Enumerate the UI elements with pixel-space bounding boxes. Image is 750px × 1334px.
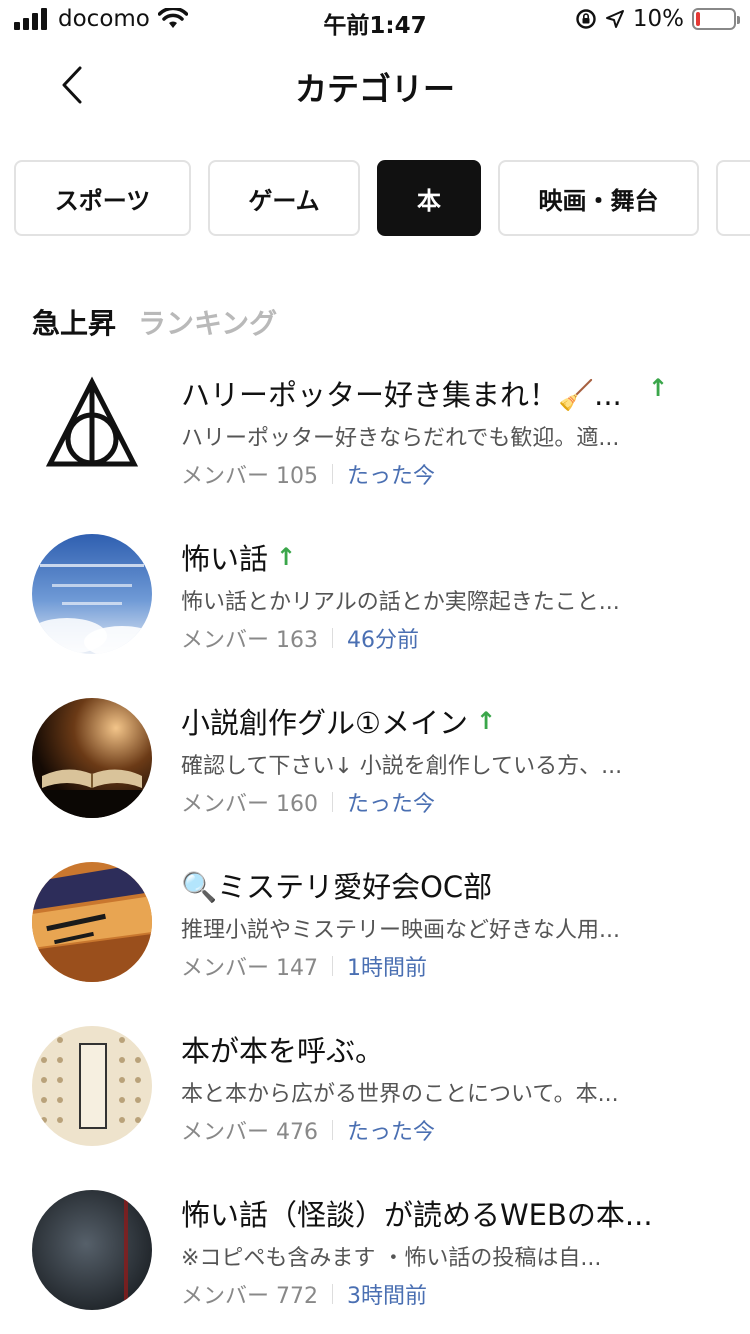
category-chips: スポーツ ゲーム 本 映画・舞台 [14, 160, 750, 236]
chip-books[interactable]: 本 [377, 160, 481, 236]
item-description: 確認して下さい↓ 小説を創作している方、... [181, 754, 623, 779]
avatar [32, 698, 152, 818]
meta-divider [332, 1284, 333, 1304]
item-meta: メンバー 163 46分前 [181, 622, 419, 654]
openchat-list: ハリーポッター好き集まれ！🧹... ↑ ハリーポッター好きならだれでも歓迎。適.… [0, 364, 750, 1334]
item-title-text: 小説創作グル①メイン [181, 706, 468, 740]
item-title-text: 🔍ミステリ愛好会OC部 [181, 870, 493, 904]
member-count: メンバー 105 [181, 464, 318, 489]
meta-divider [332, 792, 333, 812]
orientation-lock-icon [576, 9, 596, 29]
status-bar: docomo 午前1:47 10% [0, 0, 750, 40]
member-count: メンバー 772 [181, 1284, 318, 1309]
last-activity: たった今 [347, 1120, 436, 1145]
chip-movie-stage[interactable]: 映画・舞台 [498, 160, 699, 236]
item-meta: メンバー 772 3時間前 [181, 1278, 427, 1310]
avatar [32, 1190, 152, 1310]
member-count: メンバー 160 [181, 792, 318, 817]
item-description: ハリーポッター好きならだれでも歓迎。適... [181, 426, 620, 451]
avatar [32, 534, 152, 654]
meta-divider [332, 464, 333, 484]
item-title: 小説創作グル①メイン ↑ [181, 700, 671, 742]
item-title-text: 怖い話（怪談）が読めるWEBの本... [181, 1198, 653, 1232]
item-meta: メンバー 147 1時間前 [181, 950, 427, 982]
item-title: 怖い話 ↑ [181, 536, 671, 578]
meta-divider [332, 1120, 333, 1140]
member-count: メンバー 163 [181, 628, 318, 653]
last-activity: 1時間前 [347, 956, 427, 981]
list-item[interactable]: 本が本を呼ぶ。 本と本から広がる世界のことについて。本... メンバー 476 … [0, 1020, 750, 1184]
status-right: 10% [575, 6, 740, 32]
list-item[interactable]: 怖い話（怪談）が読めるWEBの本... ※コピペも含みます ・怖い話の投稿は自.… [0, 1184, 750, 1334]
item-description: 本と本から広がる世界のことについて。本... [181, 1082, 619, 1107]
item-title: 怖い話（怪談）が読めるWEBの本... [181, 1192, 671, 1234]
item-meta: メンバー 476 たった今 [181, 1114, 435, 1146]
location-icon [605, 10, 624, 28]
avatar [32, 862, 152, 982]
chip-sports[interactable]: スポーツ [14, 160, 191, 236]
last-activity: 3時間前 [347, 1284, 427, 1309]
header: カテゴリー [0, 50, 750, 120]
last-activity: たった今 [347, 792, 436, 817]
list-item[interactable]: 小説創作グル①メイン ↑ 確認して下さい↓ 小説を創作している方、... メンバ… [0, 692, 750, 856]
avatar [32, 370, 152, 490]
meta-divider [332, 956, 333, 976]
section-tabs: 急上昇 ランキング [32, 302, 277, 342]
battery-percent: 10% [632, 6, 684, 32]
tab-ranking[interactable]: ランキング [138, 302, 277, 342]
item-title-text: 怖い話 [181, 542, 269, 576]
page-title: カテゴリー [294, 70, 455, 108]
chip-game[interactable]: ゲーム [208, 160, 360, 236]
list-item[interactable]: ハリーポッター好き集まれ！🧹... ↑ ハリーポッター好きならだれでも歓迎。適.… [0, 364, 750, 528]
item-title: 🔍ミステリ愛好会OC部 [181, 864, 671, 906]
member-count: メンバー 476 [181, 1120, 318, 1145]
item-title: 本が本を呼ぶ。 [181, 1028, 671, 1070]
last-activity: 46分前 [347, 628, 419, 653]
up-arrow-icon: ↑ [648, 374, 669, 402]
item-title: ハリーポッター好き集まれ！🧹... [181, 372, 671, 414]
item-description: ※コピペも含みます ・怖い話の投稿は自... [181, 1246, 602, 1271]
item-meta: メンバー 105 たった今 [181, 458, 435, 490]
item-title-text: 本が本を呼ぶ。 [181, 1034, 385, 1068]
avatar [32, 1026, 152, 1146]
up-arrow-icon: ↑ [476, 707, 497, 735]
up-arrow-icon: ↑ [276, 543, 297, 571]
item-meta: メンバー 160 たった今 [181, 786, 435, 818]
battery-level [696, 12, 700, 26]
chip-next-partial[interactable] [716, 160, 750, 236]
item-description: 怖い話とかリアルの話とか実際起きたこと... [181, 590, 620, 615]
tab-trending[interactable]: 急上昇 [32, 302, 116, 342]
item-description: 推理小説やミステリー映画など好きな人用... [181, 918, 620, 943]
last-activity: たった今 [347, 464, 436, 489]
member-count: メンバー 147 [181, 956, 318, 981]
list-item[interactable]: 怖い話 ↑ 怖い話とかリアルの話とか実際起きたこと... メンバー 163 46… [0, 528, 750, 692]
meta-divider [332, 628, 333, 648]
item-title-text: ハリーポッター好き集まれ！🧹... [181, 378, 622, 412]
battery-icon [692, 8, 740, 30]
list-item[interactable]: 🔍ミステリ愛好会OC部 推理小説やミステリー映画など好きな人用... メンバー … [0, 856, 750, 1020]
